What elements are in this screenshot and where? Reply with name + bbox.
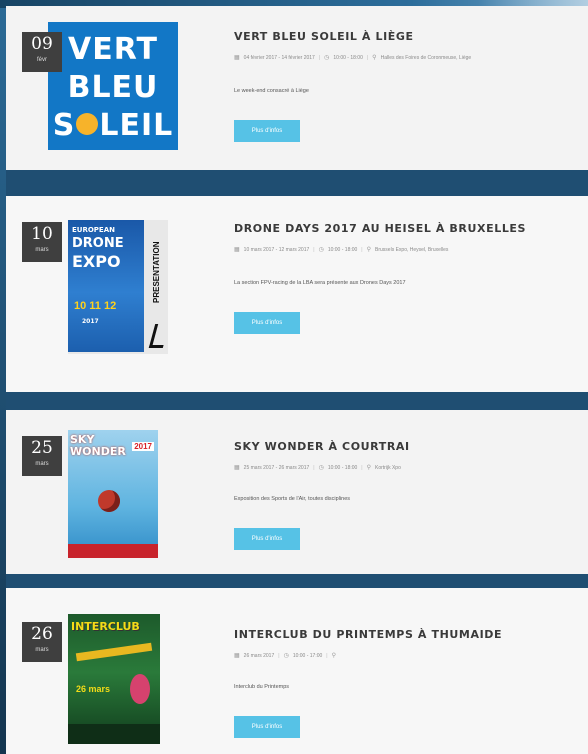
poster-year: 2017 <box>132 442 154 451</box>
flower-icon <box>130 674 150 704</box>
balloon-icon <box>98 490 120 512</box>
map-pin-icon: ⚲ <box>331 653 336 659</box>
event-time-text: 10:00 - 18:00 <box>327 464 358 471</box>
poster-footer <box>68 724 160 744</box>
clock-icon: ◷ <box>283 653 289 659</box>
poster-line: VERT <box>68 32 158 67</box>
map-pin-icon: ⚲ <box>366 247 372 253</box>
sun-icon <box>76 112 99 135</box>
event-meta: ▦ 26 mars 2017 | ◷ 10:00 - 17:00 | ⚲ <box>234 652 340 660</box>
more-info-button[interactable]: Plus d'infos <box>234 528 300 550</box>
event-description: Exposition des Sports de l'Air, toutes d… <box>234 496 350 502</box>
date-day: 26 <box>31 624 53 644</box>
event-time-text: 10:00 - 18:00 <box>327 246 358 253</box>
poster-side-text: PRESENTATION <box>152 241 161 303</box>
date-day: 09 <box>31 34 53 54</box>
event-location-text[interactable]: Brussels Expo, Heysel, Bruxelles <box>375 247 448 253</box>
event-date-text: 26 mars 2017 <box>243 652 275 659</box>
date-badge: 26 mars <box>22 622 62 662</box>
figure-icon <box>148 324 168 348</box>
clock-icon: ◷ <box>318 465 324 471</box>
event-date-text: 25 mars 2017 - 26 mars 2017 <box>243 464 310 471</box>
poster-letters: LEIL <box>99 108 174 143</box>
event-description: Le week-end consacré à Liège <box>234 88 309 94</box>
poster-line: WONDER <box>70 445 126 458</box>
poster-letter: S <box>52 108 76 143</box>
meta-separator: | <box>326 652 328 659</box>
event-poster[interactable]: SKY WONDER 2017 <box>68 430 158 558</box>
calendar-icon: ▦ <box>234 653 240 659</box>
event-meta: ▦ 10 mars 2017 - 12 mars 2017 | ◷ 10:00 … <box>234 246 448 254</box>
event-poster[interactable]: EUROPEAN DRONE EXPO 10 11 12 2017 PRESEN… <box>68 220 168 354</box>
map-pin-icon: ⚲ <box>366 465 372 471</box>
meta-separator: | <box>361 246 363 253</box>
event-time-text: 10:00 - 17:00 <box>292 652 323 659</box>
date-month: mars <box>35 247 49 253</box>
event-poster[interactable]: INTERCLUB 26 mars <box>68 614 160 744</box>
more-info-button[interactable]: Plus d'infos <box>234 312 300 334</box>
calendar-icon: ▦ <box>234 465 240 471</box>
meta-separator: | <box>313 464 315 471</box>
meta-separator: | <box>366 54 369 61</box>
poster-dates: 10 11 12 <box>74 300 117 312</box>
clock-icon: ◷ <box>318 247 324 253</box>
meta-separator: | <box>318 54 321 61</box>
event-item: 10 mars EUROPEAN DRONE EXPO 10 11 12 201… <box>6 196 588 392</box>
poster-line: SKY <box>70 433 95 446</box>
date-badge: 25 mars <box>22 436 62 476</box>
event-poster[interactable]: VERT BLEU S LEIL <box>48 22 178 150</box>
event-location-text[interactable]: Kortrijk Xpo <box>375 465 401 471</box>
poster-line: DRONE <box>72 236 124 251</box>
poster-line: BLEU <box>67 70 159 105</box>
event-title[interactable]: DRONE DAYS 2017 AU HEISEL À BRUXELLES <box>234 222 526 235</box>
event-title[interactable]: SKY WONDER À COURTRAI <box>234 440 410 453</box>
event-item: 26 mars INTERCLUB 26 mars INTERCLUB DU P… <box>6 588 588 754</box>
event-date-text: 10 mars 2017 - 12 mars 2017 <box>243 246 310 253</box>
event-location-text[interactable]: Halles des Foires de Coronmeuse, Liège <box>381 55 472 61</box>
poster-year: 2017 <box>82 318 99 325</box>
calendar-icon: ▦ <box>234 247 240 253</box>
event-time-text: 10:00 - 18:00 <box>333 54 363 61</box>
poster-line: EXPO <box>72 252 121 271</box>
event-description: Interclub du Printemps <box>234 684 290 690</box>
poster-line: S LEIL <box>48 108 178 143</box>
calendar-icon: ▦ <box>234 55 240 61</box>
poster-dates: 26 mars <box>76 684 111 694</box>
clock-icon: ◷ <box>324 55 330 61</box>
more-info-button[interactable]: Plus d'infos <box>234 716 300 738</box>
poster-footer <box>68 544 158 558</box>
event-item: 09 févr VERT BLEU S LEIL VERT BLEU SOLEIL… <box>6 6 588 170</box>
date-day: 10 <box>31 224 53 244</box>
event-title[interactable]: INTERCLUB DU PRINTEMPS À THUMAIDE <box>234 628 502 641</box>
poster-line: INTERCLUB <box>71 620 140 633</box>
event-item: 25 mars SKY WONDER 2017 SKY WONDER À COU… <box>6 410 588 574</box>
date-badge: 09 févr <box>22 32 62 72</box>
more-info-button[interactable]: Plus d'infos <box>234 120 300 142</box>
date-day: 25 <box>31 438 53 458</box>
airplane-icon <box>75 642 153 662</box>
event-description: La section FPV-racing de la LBA sera pré… <box>234 280 406 286</box>
date-month: févr <box>36 57 47 63</box>
event-title[interactable]: VERT BLEU SOLEIL À LIÈGE <box>234 30 414 43</box>
date-month: mars <box>35 461 49 467</box>
meta-separator: | <box>278 652 280 659</box>
poster-line: EUROPEAN <box>72 226 115 234</box>
event-date-text: 04 février 2017 - 14 février 2017 <box>243 54 315 61</box>
event-meta: ▦ 04 février 2017 - 14 février 2017 | ◷ … <box>234 54 472 62</box>
date-month: mars <box>35 647 49 653</box>
event-meta: ▦ 25 mars 2017 - 26 mars 2017 | ◷ 10:00 … <box>234 464 401 472</box>
meta-separator: | <box>361 464 363 471</box>
meta-separator: | <box>313 246 315 253</box>
date-badge: 10 mars <box>22 222 62 262</box>
map-pin-icon: ⚲ <box>372 55 377 61</box>
